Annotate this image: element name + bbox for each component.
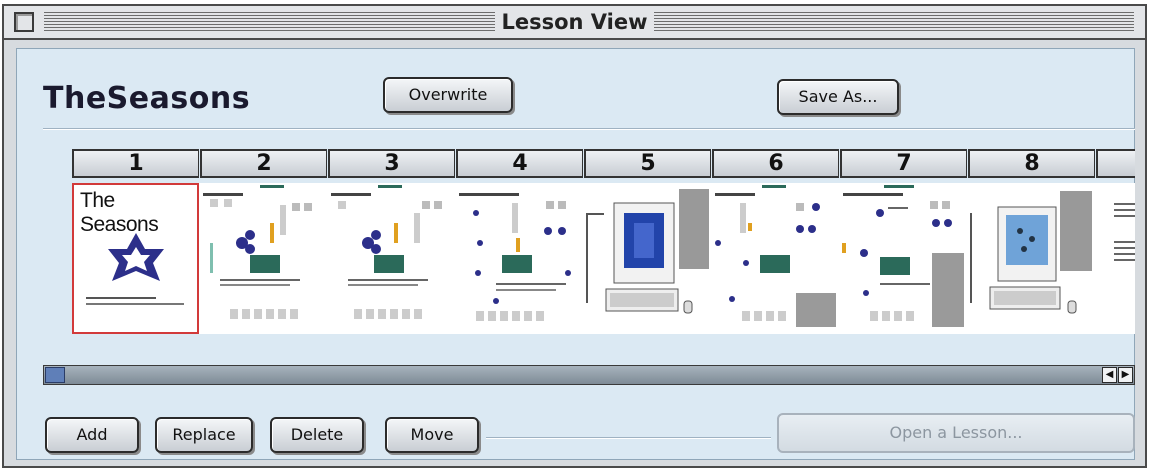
computer-icon (586, 189, 709, 314)
slide-3-preview (331, 185, 442, 319)
slide-number[interactable] (1096, 149, 1135, 178)
slide-2-preview (203, 185, 312, 319)
slide-number[interactable]: 1 (72, 149, 199, 178)
slide-6-preview (715, 185, 836, 327)
slide-thumbnail-9[interactable] (1096, 183, 1135, 334)
delete-button[interactable]: Delete (270, 417, 364, 453)
slide-7-preview (842, 185, 964, 327)
slide-number[interactable]: 2 (200, 149, 327, 178)
slide-strip[interactable]: 1 2 3 4 5 6 7 8 The Seasons (72, 149, 1135, 334)
button-separator (486, 437, 771, 439)
add-button[interactable]: Add (45, 417, 139, 453)
header-divider (43, 128, 1135, 130)
slide-number[interactable]: 3 (328, 149, 455, 178)
slide-thumbnail-5[interactable] (584, 183, 711, 334)
lesson-view-window: Lesson View TheSeasons Overwrite Save As… (2, 4, 1147, 468)
slide-thumbnail-7[interactable] (840, 183, 967, 334)
lesson-panel: TheSeasons Overwrite Save As... 1 2 3 4 … (16, 48, 1135, 460)
window-title: Lesson View (495, 10, 654, 34)
scroll-thumb[interactable] (45, 367, 65, 383)
slide-number-row: 1 2 3 4 5 6 7 8 (72, 149, 1135, 178)
star-icon (86, 233, 184, 305)
slide-thumbnail-1[interactable]: The Seasons (72, 183, 199, 334)
slide-number[interactable]: 8 (968, 149, 1095, 178)
slide-number[interactable]: 5 (584, 149, 711, 178)
title-bar[interactable]: Lesson View (4, 6, 1145, 40)
open-lesson-button[interactable]: Open a Lesson... (777, 413, 1135, 453)
scroll-left-arrow-icon[interactable]: ◀ (1102, 367, 1117, 383)
overwrite-button[interactable]: Overwrite (383, 77, 513, 113)
replace-button[interactable]: Replace (155, 417, 253, 453)
slide-number[interactable]: 7 (840, 149, 967, 178)
slide-thumbnails: The Seasons (72, 183, 1135, 334)
slide-4-preview (459, 193, 571, 321)
slide-thumbnail-3[interactable] (328, 183, 455, 334)
computer-icon (970, 191, 1092, 314)
slide-thumbnail-4[interactable] (456, 183, 583, 334)
slide-thumbnail-8[interactable] (968, 183, 1095, 334)
slide-number[interactable]: 6 (712, 149, 839, 178)
save-as-button[interactable]: Save As... (777, 79, 899, 115)
horizontal-scrollbar[interactable]: ◀ ▶ (43, 365, 1135, 385)
lesson-name: TheSeasons (43, 81, 251, 116)
slide-thumbnail-2[interactable] (200, 183, 327, 334)
slide-number[interactable]: 4 (456, 149, 583, 178)
slide-thumbnail-6[interactable] (712, 183, 839, 334)
slide-9-preview (1114, 203, 1135, 261)
scroll-right-arrow-icon[interactable]: ▶ (1118, 367, 1133, 383)
move-button[interactable]: Move (385, 417, 479, 453)
